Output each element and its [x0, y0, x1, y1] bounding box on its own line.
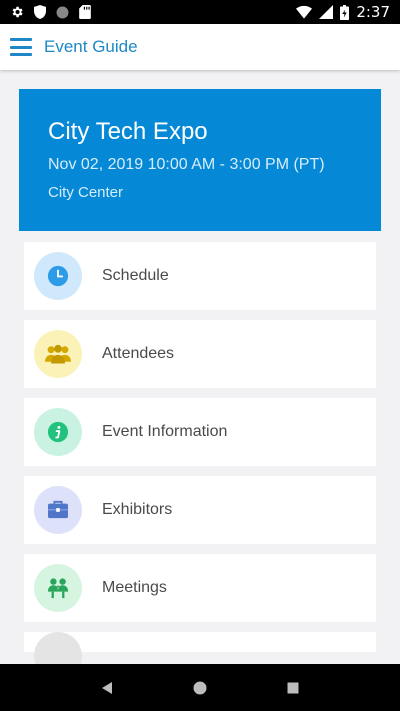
menu-item-label: Event Information [102, 423, 228, 440]
sd-card-icon [79, 5, 91, 19]
meeting-icon [47, 578, 69, 599]
partial-icon-circle [34, 632, 82, 664]
app-title: Event Guide [44, 37, 138, 56]
menu-item-label: Attendees [102, 345, 175, 362]
exhibitors-icon-circle [34, 486, 82, 534]
schedule-icon-circle [34, 252, 82, 300]
home-icon[interactable] [180, 668, 220, 708]
info-icon [47, 421, 69, 443]
shield-icon [34, 5, 46, 19]
event-title: City Tech Expo [48, 118, 208, 145]
battery-icon [340, 4, 350, 20]
content-area[interactable]: City Tech Expo Nov 02, 2019 10:00 AM - 3… [0, 70, 400, 664]
people-icon [45, 344, 71, 364]
menu-item-exhibitors[interactable]: Exhibitors [24, 476, 376, 544]
briefcase-icon [48, 500, 68, 519]
back-icon[interactable] [87, 668, 127, 708]
menu-item-event-information[interactable]: Event Information [24, 398, 376, 466]
recents-icon[interactable] [273, 668, 313, 708]
app-bar: Event Guide [0, 24, 400, 70]
menu-item-partial[interactable] [24, 632, 376, 664]
attendees-icon-circle [34, 330, 82, 378]
menu-list: Schedule Attendees Event Information Exh… [24, 242, 376, 664]
menu-item-attendees[interactable]: Attendees [24, 320, 376, 388]
circle-icon [56, 6, 69, 19]
signal-icon [319, 5, 334, 19]
menu-item-label: Schedule [102, 267, 169, 284]
wifi-icon [296, 5, 313, 19]
menu-item-schedule[interactable]: Schedule [24, 242, 376, 310]
navigation-bar [0, 664, 400, 711]
hamburger-menu-icon[interactable] [10, 38, 32, 56]
clock-icon [47, 265, 69, 287]
event-header: City Tech Expo Nov 02, 2019 10:00 AM - 3… [19, 89, 381, 231]
status-time: 2:37 [356, 3, 390, 21]
meetings-icon-circle [34, 564, 82, 612]
status-bar: 2:37 [0, 0, 400, 24]
event-location: City Center [48, 184, 124, 201]
gear-icon [10, 5, 24, 19]
event-date: Nov 02, 2019 10:00 AM - 3:00 PM (PT) [48, 156, 325, 173]
menu-item-label: Exhibitors [102, 501, 173, 518]
menu-item-label: Meetings [102, 579, 167, 596]
menu-item-meetings[interactable]: Meetings [24, 554, 376, 622]
event-information-icon-circle [34, 408, 82, 456]
